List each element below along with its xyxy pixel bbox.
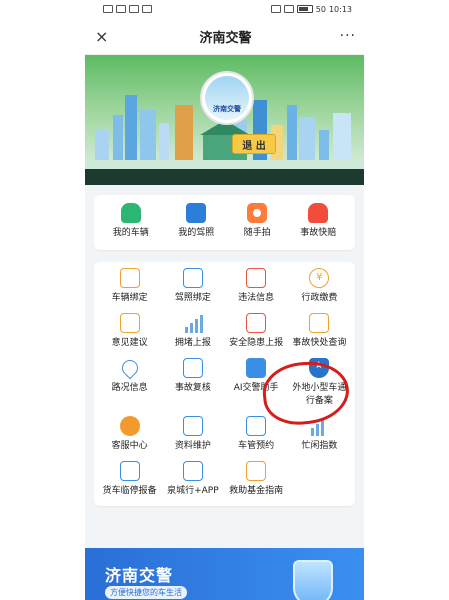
service-label: 泉城行+APP [167,486,219,496]
service-label: 驾照绑定 [174,293,211,303]
fund-icon [246,461,267,481]
quick-action-snapshot[interactable]: 随手拍 [244,203,271,240]
service-relief-fund[interactable]: 救助基金指南 [225,461,288,498]
service-label: 事故快处查询 [292,338,347,348]
service-license-binding[interactable]: 驾照绑定 [161,268,224,305]
headset-icon [119,416,140,436]
violation-icon [246,268,267,288]
service-label: 行政缴费 [301,293,338,303]
service-truck-parking[interactable]: 货车临停报备 [98,461,161,498]
service-customer-center[interactable]: 客服中心 [98,416,161,453]
document-icon [182,416,203,436]
quick-action-label: 我的驾照 [178,228,215,238]
camera-icon [247,203,268,223]
promo-subtitle: 方便快捷您的车生活 [105,586,187,599]
wifi-icon [129,5,139,13]
close-icon[interactable]: × [95,27,115,46]
quick-actions-card: 我的车辆 我的驾照 随手拍 事故快赔 [94,195,355,250]
review-icon [182,358,203,378]
service-label: 安全隐患上报 [229,338,284,348]
quick-action-accident-claim[interactable]: 事故快赔 [300,203,336,240]
service-suggestion[interactable]: 意见建议 [98,313,161,350]
shield-icon [293,560,333,600]
phone-screen: 50 10:13 × 济南交警 ··· 济南交警 退 出 我的车辆 我的驾照 随… [85,0,364,600]
avatar-caption: 济南交警 [213,105,241,113]
service-hazard-report[interactable]: 安全隐患上报 [225,313,288,350]
vibrate-icon [283,5,294,13]
status-right: 50 10:13 [270,4,352,14]
service-label: 客服中心 [111,441,148,451]
road-strip [85,169,364,185]
service-label: 忙闲指数 [301,441,338,451]
quick-action-my-license[interactable]: 我的驾照 [178,203,214,240]
service-dmv-appointment[interactable]: 车管预约 [225,416,288,453]
accident-icon [308,203,329,223]
service-label: 救助基金指南 [229,486,284,496]
app-icon [182,461,203,481]
status-time: 10:13 [328,4,352,14]
service-payment[interactable]: ¥ 行政缴费 [288,268,351,305]
status-bar: 50 10:13 [85,0,364,18]
service-quancheng-app[interactable]: 泉城行+APP [161,461,224,498]
service-label: 意见建议 [111,338,148,348]
service-label: 车管预约 [238,441,275,451]
sim-icon [103,5,113,13]
license-icon [186,203,207,223]
service-label: 资料维护 [174,441,211,451]
notification-icon [142,5,152,13]
ai-assistant-icon [246,358,267,378]
battery-icon [296,5,313,13]
quick-action-label: 事故快赔 [300,228,337,238]
quick-action-label: 随手拍 [243,228,271,238]
avatar[interactable]: 济南交警 [200,71,254,125]
service-congestion-report[interactable]: 拥堵上报 [161,313,224,350]
service-violation-info[interactable]: 违法信息 [225,268,288,305]
battery-percent: 50 [315,4,326,14]
quick-action-my-vehicle[interactable]: 我的车辆 [113,203,149,240]
suggestion-icon [119,313,140,333]
page-title: 济南交警 [199,30,252,46]
promo-banner[interactable]: 济南交警 方便快捷您的车生活 [85,548,364,600]
alarm-icon [270,5,281,13]
service-label: 事故复核 [174,383,211,393]
service-label: 路况信息 [111,383,148,393]
car-icon [120,203,141,223]
service-label: 车辆绑定 [111,293,148,303]
service-data-maintenance[interactable]: 资料维护 [161,416,224,453]
service-label: 拥堵上报 [174,338,211,348]
calendar-icon [246,416,267,436]
header-banner: 济南交警 退 出 [85,55,364,185]
signal-icon [116,5,126,13]
accident-query-icon [309,313,330,333]
status-left [103,5,152,13]
quick-action-label: 我的车辆 [112,228,149,238]
title-bar: × 济南交警 ··· [85,18,364,55]
payment-icon: ¥ [309,268,330,288]
service-accident-query[interactable]: 事故快处查询 [288,313,351,350]
more-options-icon[interactable]: ··· [336,28,356,44]
logout-button[interactable]: 退 出 [232,134,276,154]
hazard-icon [246,313,267,333]
service-road-info[interactable]: 路况信息 [98,356,161,408]
location-pin-icon [118,356,141,380]
avatar-image: 济南交警 [205,76,249,120]
truck-icon [119,461,140,481]
service-accident-review[interactable]: 事故复核 [161,358,224,408]
license-bind-icon [182,268,203,288]
service-label: 违法信息 [238,293,275,303]
congestion-icon [183,313,203,333]
car-bind-icon [119,268,140,288]
service-vehicle-binding[interactable]: 车辆绑定 [98,268,161,305]
promo-title: 济南交警 [105,566,174,585]
service-label: 货车临停报备 [102,486,157,496]
